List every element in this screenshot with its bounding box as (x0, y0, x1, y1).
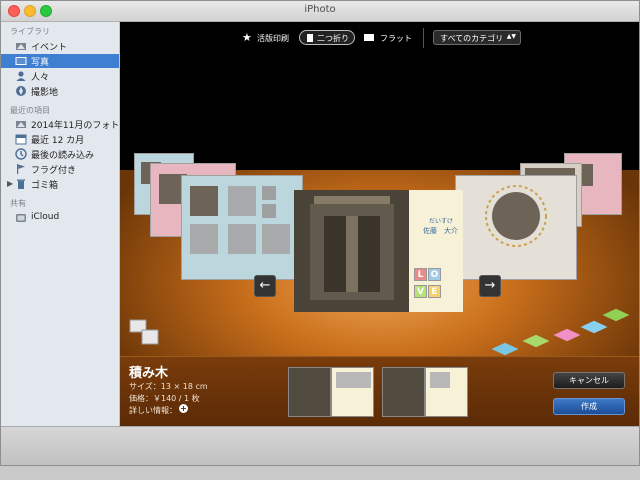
theme-price: 価格：￥140 / 1 枚 (129, 394, 200, 403)
chevron-updown-icon: ▲▼ (506, 33, 516, 40)
cancel-button[interactable]: キャンセル (553, 372, 625, 389)
sidebar-item-last-12-months[interactable]: 最近 12 カ月 (1, 132, 119, 146)
selected-card-photo[interactable] (294, 190, 409, 312)
layout-thumb-1-text[interactable] (331, 367, 374, 417)
card-name: 佐藤 大介 (423, 227, 458, 235)
create-button[interactable]: 作成 (553, 398, 625, 415)
sidebar-item-label: iCloud (31, 212, 60, 222)
sidebar-item-label: ゴミ箱 (31, 181, 59, 191)
sidebar-item-nov-2014-photos[interactable]: 2014年11月のフォト… (1, 117, 119, 131)
sidebar-item-events[interactable]: イベント (1, 39, 119, 53)
card-stack-icon[interactable] (124, 318, 166, 354)
folded-filter-button[interactable]: 二つ折り (299, 30, 355, 45)
more-info-link[interactable]: 詳しい情報： (129, 405, 177, 416)
card-theme-browser: ★ 活版印刷 二つ折り フラット すべてのカテゴリ ▲▼ だいすけ 佐藤 大介 … (120, 22, 639, 426)
previous-arrow-button[interactable]: ← (254, 275, 276, 297)
sidebar-item-last-import[interactable]: 最後の読み込み (1, 147, 119, 161)
folded-card-icon (307, 34, 313, 42)
block-o: O (428, 268, 441, 281)
places-icon (16, 86, 26, 96)
layout-thumb-1-photo[interactable] (288, 367, 331, 417)
arrow-right-icon: → (484, 278, 496, 293)
bottom-toolbar (1, 426, 639, 465)
plus-icon[interactable]: + (179, 404, 188, 413)
sidebar-item-label: 最後の読み込み (31, 151, 95, 161)
section-heading-shared: 共有 (10, 199, 26, 208)
people-icon (16, 71, 26, 81)
sidebar-item-places[interactable]: 撮影地 (1, 84, 119, 98)
theme-card-right-1[interactable] (455, 175, 577, 280)
block-e: E (428, 285, 441, 298)
section-heading-recent: 最近の項目 (10, 106, 50, 115)
block-v: V (414, 285, 427, 298)
sidebar-item-label: 2014年11月のフォト… (31, 121, 119, 131)
sidebar-item-label: 写真 (31, 58, 50, 68)
category-select-value: すべてのカテゴリ (440, 34, 504, 43)
sidebar-item-label: フラグ付き (31, 166, 77, 176)
title-bar[interactable]: iPhoto (1, 1, 639, 22)
sidebar-item-flagged[interactable]: フラグ付き (1, 162, 119, 176)
category-select[interactable]: すべてのカテゴリ ▲▼ (433, 30, 521, 45)
section-heading-library: ライブラリ (10, 27, 50, 36)
circle-photo-frame (485, 185, 547, 247)
gate-photo (294, 190, 409, 312)
flat-filter[interactable]: フラット (380, 33, 412, 44)
sidebar-item-label: 撮影地 (31, 88, 59, 98)
sidebar-item-label: 人々 (31, 73, 50, 83)
sidebar-item-people[interactable]: 人々 (1, 69, 119, 83)
sidebar-item-icloud[interactable]: iCloud (1, 211, 119, 225)
event-icon (16, 121, 26, 128)
photos-icon (15, 57, 27, 65)
iphoto-window: iPhoto ライブラリ イベント 写真 人々 撮影地 最近の項目 2014年1… (0, 0, 640, 466)
toolbar-divider (423, 28, 424, 48)
sidebar-item-trash[interactable]: ▶ ゴミ箱 (1, 177, 119, 191)
star-icon: ★ (242, 31, 252, 44)
sidebar-item-label: イベント (31, 43, 68, 53)
next-arrow-button[interactable]: → (479, 275, 501, 297)
trash-icon (17, 179, 25, 189)
last-import-icon (15, 148, 27, 160)
window-title: iPhoto (304, 4, 336, 15)
icloud-icon (16, 214, 26, 222)
letterpress-filter[interactable]: 活版印刷 (257, 33, 289, 44)
calendar-icon (15, 134, 27, 145)
sidebar-item-label: 最近 12 カ月 (31, 136, 85, 146)
disclosure-triangle-icon[interactable]: ▶ (7, 179, 13, 188)
flat-card-icon (364, 34, 374, 41)
theme-card-left-1[interactable] (181, 175, 303, 280)
theme-size: サイズ：13 × 18 cm (129, 382, 208, 391)
folded-filter-label: 二つ折り (317, 34, 349, 43)
events-icon (16, 43, 26, 50)
card-name-small: だいすけ (429, 218, 454, 225)
layout-thumb-2-text[interactable] (425, 367, 468, 417)
source-list: ライブラリ イベント 写真 人々 撮影地 最近の項目 2014年11月のフォト…… (1, 22, 120, 426)
theme-title: 積み木 (129, 366, 169, 381)
theme-info-bar: 積み木 サイズ：13 × 18 cm 価格：￥140 / 1 枚 詳しい情報： … (120, 356, 639, 426)
selected-card-text-panel[interactable]: だいすけ 佐藤 大介 L O V E (409, 190, 463, 312)
sidebar-item-photos[interactable]: 写真 (1, 54, 119, 68)
block-l: L (414, 268, 427, 281)
arrow-left-icon: ← (259, 278, 271, 293)
flag-icon (17, 164, 25, 174)
card-toolbar: ★ 活版印刷 二つ折り フラット すべてのカテゴリ ▲▼ (120, 22, 639, 56)
layout-thumb-2-photo[interactable] (382, 367, 425, 417)
